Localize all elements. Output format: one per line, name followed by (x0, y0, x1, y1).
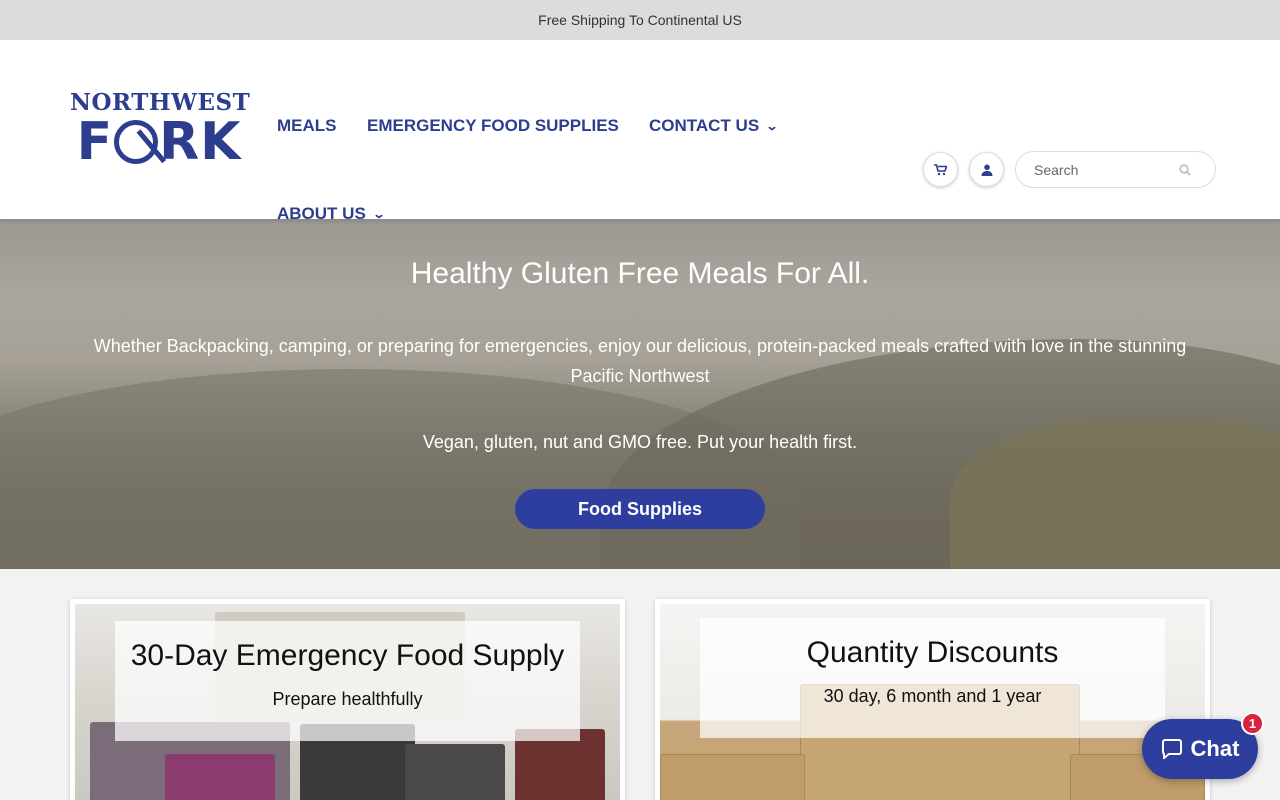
chat-notification-badge: 1 (1241, 712, 1264, 735)
product-package (405, 744, 505, 800)
logo-line2: F RK (70, 116, 248, 168)
announcement-text: Free Shipping To Continental US (538, 12, 742, 28)
nav-item-label: CONTACT US (649, 116, 760, 135)
nav-item-label: MEALS (277, 116, 337, 135)
search-box[interactable] (1015, 151, 1216, 188)
nav-item-label: EMERGENCY FOOD SUPPLIES (367, 116, 619, 135)
chevron-down-icon: ⌄ (765, 119, 779, 133)
logo-letter-f: F (76, 112, 114, 172)
nav-item-contact-us[interactable]: CONTACT US ⌄ (649, 116, 779, 136)
card-emergency-supply[interactable]: 30-Day Emergency Food Supply Prepare hea… (70, 599, 625, 800)
search-icon[interactable] (1179, 163, 1191, 176)
account-button[interactable] (969, 152, 1004, 187)
logo[interactable]: NORTHWEST F RK (70, 90, 250, 170)
card-image: Quantity Discounts 30 day, 6 month and 1… (660, 604, 1205, 800)
logo-letters-rk: RK (159, 112, 242, 172)
chat-label: Chat (1190, 736, 1240, 761)
food-supplies-button[interactable]: Food Supplies (515, 489, 765, 529)
product-box (660, 754, 805, 800)
chat-button[interactable]: Chat (1142, 719, 1258, 779)
fork-o-icon (114, 120, 159, 164)
card-caption: Quantity Discounts 30 day, 6 month and 1… (700, 618, 1165, 738)
card-title: Quantity Discounts (806, 636, 1059, 669)
hero-subtitle: Whether Backpacking, camping, or prepari… (93, 336, 1187, 386)
card-subtitle: Prepare healthfully (272, 689, 423, 709)
card-caption: 30-Day Emergency Food Supply Prepare hea… (115, 621, 580, 741)
card-image: 30-Day Emergency Food Supply Prepare hea… (75, 604, 620, 800)
hero-banner: Healthy Gluten Free Meals For All. Wheth… (0, 219, 1280, 569)
nav-item-meals[interactable]: MEALS (277, 116, 337, 136)
cart-button[interactable] (923, 152, 958, 187)
card-title: 30-Day Emergency Food Supply (130, 639, 565, 672)
card-quantity-discounts[interactable]: Quantity Discounts 30 day, 6 month and 1… (655, 599, 1210, 800)
search-input[interactable] (1034, 161, 1179, 178)
hero-title: Healthy Gluten Free Meals For All. (410, 257, 870, 290)
announcement-bar: Free Shipping To Continental US (0, 0, 1280, 40)
nav-item-label: ABOUT US (277, 204, 366, 223)
chevron-down-icon: ⌄ (372, 207, 386, 221)
chat-bubble-icon (1161, 739, 1182, 759)
card-subtitle: 30 day, 6 month and 1 year (823, 686, 1042, 706)
site-header: NORTHWEST F RK MEALS EMERGENCY FOOD SUPP… (0, 40, 1280, 223)
user-icon (981, 164, 992, 176)
product-package (165, 754, 275, 800)
nav-item-emergency-food-supplies[interactable]: EMERGENCY FOOD SUPPLIES (367, 116, 619, 136)
hero-tagline: Vegan, gluten, nut and GMO free. Put you… (422, 432, 858, 452)
nav-item-about-us[interactable]: ABOUT US ⌄ (277, 204, 386, 224)
cart-icon (934, 163, 947, 175)
